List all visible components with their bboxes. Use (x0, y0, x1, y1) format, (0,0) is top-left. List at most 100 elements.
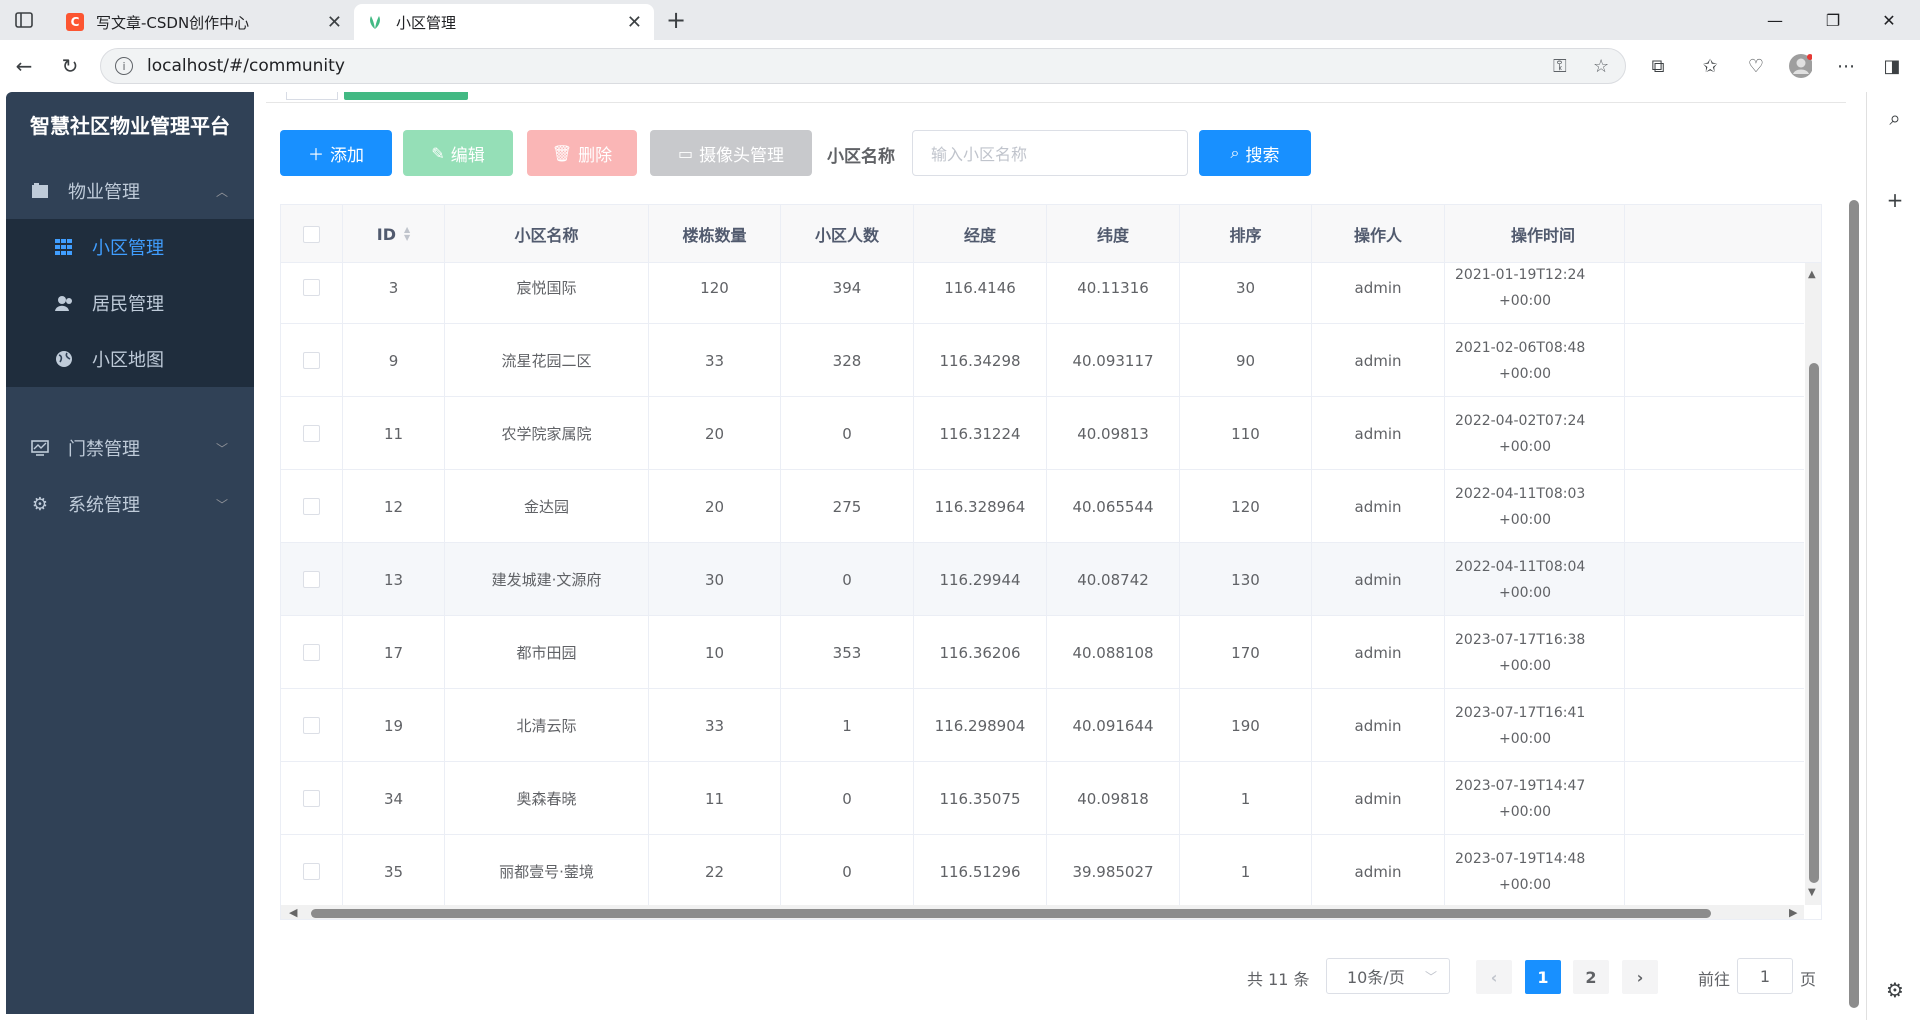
cell-buildings: 22 (649, 835, 781, 905)
refresh-button[interactable]: ↻ (54, 50, 86, 82)
scrollbar-thumb[interactable] (1849, 200, 1859, 1008)
scrollbar-thumb[interactable] (1809, 363, 1819, 883)
row-checkbox[interactable] (303, 352, 320, 369)
table-row[interactable]: 11 农学院家属院 20 0 116.31224 40.09813 110 admin 2022… (281, 397, 1804, 470)
tag-home[interactable] (286, 92, 338, 100)
cell-sort: 120 (1180, 470, 1312, 543)
more-menu-icon[interactable]: ⋯ (1834, 54, 1858, 78)
table-vertical-scrollbar[interactable]: ▲ ▼ (1805, 263, 1821, 905)
restore-button[interactable]: ❐ (1810, 6, 1856, 34)
cell-time-offset: +00:00 (1499, 803, 1552, 820)
address-bar[interactable]: i localhost/#/community ⚿ ☆ (100, 48, 1626, 84)
scroll-up-icon[interactable]: ▲ (1808, 269, 1816, 280)
close-tab-icon[interactable]: ✕ (327, 12, 342, 33)
page-size-select[interactable]: 10条/页 ﹀ (1326, 958, 1450, 994)
table-row[interactable]: 35 丽都壹号·蓥境 22 0 116.51296 39.985027 1 admin 2023… (281, 835, 1804, 905)
key-icon[interactable]: ⚿ (1553, 56, 1567, 77)
table-row[interactable]: 34 奥森春晓 11 0 116.35075 40.09818 1 admin 2023-07-… (281, 762, 1804, 835)
row-checkbox[interactable] (303, 279, 320, 296)
column-header-sort: 排序 (1180, 205, 1312, 263)
search-icon[interactable]: ⌕ (1883, 106, 1907, 130)
cell-name: 建发城建·文源府 (445, 543, 649, 616)
cell-time: 2023-07-17T16:41 +00:00 (1445, 689, 1625, 762)
menu-system[interactable]: ⚙ 系统管理 ﹀ (6, 476, 254, 532)
new-tab-button[interactable]: + (662, 6, 690, 34)
table-row[interactable]: 17 都市田园 10 353 116.36206 40.088108 170 admin 202… (281, 616, 1804, 689)
row-checkbox[interactable] (303, 790, 320, 807)
cell-time-offset: +00:00 (1499, 365, 1552, 382)
scroll-down-icon[interactable]: ▼ (1808, 887, 1816, 898)
info-icon[interactable]: i (115, 57, 133, 75)
select-all-checkbox[interactable] (303, 225, 320, 243)
back-button[interactable]: ← (8, 50, 40, 82)
cell-sort: 110 (1180, 397, 1312, 470)
table-row[interactable]: 12 金达园 20 275 116.328964 40.065544 120 admin 202… (281, 470, 1804, 543)
edit-button[interactable]: ✎ 编辑 (403, 130, 513, 176)
health-icon[interactable]: ♡ (1744, 54, 1768, 78)
cell-lat: 40.091644 (1047, 689, 1180, 762)
page-vertical-scrollbar[interactable] (1848, 92, 1860, 1020)
community-name-input[interactable]: 输入小区名称 (912, 130, 1188, 176)
browser-edge-sidebar: ⌕ + ⚙ (1866, 92, 1920, 1020)
menu-access-control[interactable]: 门禁管理 ﹀ (6, 420, 254, 476)
star-icon[interactable]: ☆ (1593, 56, 1609, 77)
tab-actions-icon[interactable] (10, 8, 38, 32)
cell-buildings: 11 (649, 762, 781, 835)
extensions-icon[interactable]: ⧉ (1646, 54, 1670, 78)
gear-icon[interactable]: ⚙ (1883, 978, 1907, 1002)
table-horizontal-scrollbar[interactable]: ◀ ▶ (281, 905, 1804, 919)
page-2-button[interactable]: 2 (1573, 960, 1609, 994)
page-1-button[interactable]: 1 (1525, 960, 1561, 994)
cell-id: 12 (343, 470, 445, 543)
cell-time-date: 2021-02-06T08:48 (1455, 339, 1586, 356)
search-label: 小区名称 (827, 147, 895, 167)
sidebar-toggle-icon[interactable]: ◨ (1880, 54, 1904, 78)
close-tab-icon[interactable]: ✕ (627, 12, 642, 33)
column-header-id[interactable]: ID ▲ ▼ (343, 205, 445, 263)
delete-button[interactable]: 🗑 删除 (527, 130, 637, 176)
cell-buildings: 10 (649, 616, 781, 689)
browser-tab-community[interactable]: 小区管理 ✕ (354, 4, 654, 40)
row-checkbox[interactable] (303, 863, 320, 880)
submenu-residents[interactable]: 居民管理 (6, 275, 254, 331)
submenu-community[interactable]: 小区管理 (6, 219, 254, 275)
sort-caret-icon[interactable]: ▲ ▼ (404, 226, 410, 242)
scrollbar-thumb[interactable] (311, 909, 1711, 918)
browser-tab-strip: C 写文章-CSDN创作中心 ✕ 小区管理 ✕ + — ❐ ✕ (0, 0, 1920, 40)
goto-page-input[interactable]: 1 (1737, 958, 1793, 994)
table-row[interactable]: 13 建发城建·文源府 30 0 116.29944 40.08742 130 admin 20… (281, 543, 1804, 616)
cell-time: 2023-07-19T14:48 +00:00 (1445, 835, 1625, 905)
cell-id: 17 (343, 616, 445, 689)
add-icon[interactable]: + (1883, 188, 1907, 212)
next-page-button[interactable]: › (1622, 960, 1658, 994)
cell-name: 宸悦国际 (445, 263, 649, 324)
row-checkbox[interactable] (303, 571, 320, 588)
favorites-icon[interactable]: ✩ (1698, 54, 1722, 78)
row-checkbox[interactable] (303, 425, 320, 442)
scroll-right-icon[interactable]: ▶ (1789, 906, 1797, 919)
submenu-map[interactable]: 小区地图 (6, 331, 254, 387)
cell-sort: 90 (1180, 324, 1312, 397)
table-row[interactable]: 3 宸悦国际 120 394 116.4146 40.11316 30 admin 2021-0… (281, 263, 1804, 324)
row-checkbox[interactable] (303, 717, 320, 734)
row-checkbox[interactable] (303, 644, 320, 661)
search-button[interactable]: ⌕ 搜索 (1199, 130, 1311, 176)
scroll-left-icon[interactable]: ◀ (289, 906, 297, 919)
tag-active[interactable] (344, 92, 468, 100)
cell-time-offset: +00:00 (1499, 657, 1552, 674)
cell-time: 2022-04-11T08:04 +00:00 (1445, 543, 1625, 616)
menu-property[interactable]: 物业管理 ︿ (6, 163, 254, 219)
cell-time: 2021-01-19T12:24 +00:00 (1445, 263, 1625, 324)
profile-avatar-icon[interactable] (1788, 54, 1812, 78)
table-row[interactable]: 19 北清云际 33 1 116.298904 40.091644 190 admin 2023… (281, 689, 1804, 762)
row-checkbox[interactable] (303, 498, 320, 515)
table-row[interactable]: 9 流星花园二区 33 328 116.34298 40.093117 90 admin 202… (281, 324, 1804, 397)
cell-sort: 1 (1180, 835, 1312, 905)
close-window-button[interactable]: ✕ (1866, 6, 1912, 34)
add-button[interactable]: ＋添加 (280, 130, 392, 176)
camera-manage-button[interactable]: ▭ 摄像头管理 (650, 130, 812, 176)
minimize-button[interactable]: — (1752, 6, 1798, 34)
row-checkbox-cell (281, 470, 343, 543)
prev-page-button[interactable]: ‹ (1476, 960, 1512, 994)
browser-tab-csdn[interactable]: C 写文章-CSDN创作中心 ✕ (54, 4, 356, 40)
